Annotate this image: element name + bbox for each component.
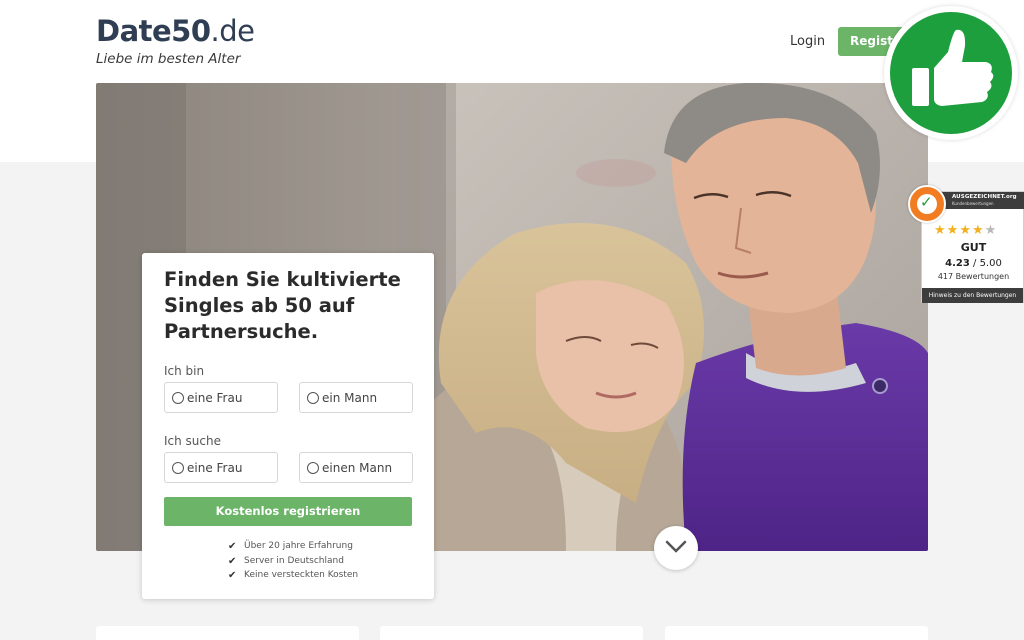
radio-icon: [307, 392, 319, 404]
logo-main-text: Date50: [96, 14, 211, 48]
seeking-label: Ich suche: [164, 434, 221, 448]
feature-card: [96, 626, 359, 640]
list-item: ✔ Server in Deutschland: [228, 556, 358, 571]
form-title: Finden Sie kultivierte Singles ab 50 auf…: [164, 268, 401, 343]
thumbs-up-badge: [884, 6, 1018, 140]
list-item: ✔ Keine versteckten Kosten: [228, 570, 358, 585]
star-icon: ★: [959, 222, 972, 237]
rating-stars: ★★★★★: [934, 222, 997, 238]
list-item: ✔ Über 20 jahre Erfahrung: [228, 541, 358, 556]
thumbs-up-icon: [912, 29, 994, 106]
seeking-man-radio[interactable]: einen Mann: [299, 452, 413, 483]
star-icon: ★: [946, 222, 960, 237]
radio-icon: [307, 462, 319, 474]
feature-card: [380, 626, 643, 640]
i-am-label: Ich bin: [164, 364, 205, 378]
rating-score: 4.23 / 5.00: [922, 258, 1024, 269]
chevron-down-icon: [665, 540, 687, 553]
logo-tagline: Liebe im besten Alter: [96, 51, 241, 67]
site-logo[interactable]: Date50.de Liebe im besten Alter: [96, 14, 255, 67]
rating-count: 417 Bewertungen: [937, 272, 1010, 281]
rating-header-title: AUSGEZEICHNET.org: [952, 194, 1017, 200]
logo-suffix-text: .de: [210, 14, 255, 48]
benefit-text: Keine versteckten Kosten: [244, 570, 359, 580]
rating-grade: GUT: [960, 241, 987, 254]
rating-header-subtitle: Kundenbewertungen: [952, 201, 994, 206]
radio-icon: [172, 462, 184, 474]
check-icon: ✔: [228, 570, 237, 581]
award-seal-icon: ✓: [908, 185, 946, 223]
radio-icon: [172, 392, 184, 404]
feature-card: [665, 626, 928, 640]
free-register-button[interactable]: Kostenlos registrieren: [164, 497, 412, 526]
i-am-man-radio[interactable]: ein Mann: [299, 382, 413, 413]
star-icon: ★: [984, 222, 998, 237]
radio-label: eine Frau: [187, 461, 243, 475]
benefits-list: ✔ Über 20 jahre Erfahrung ✔ Server in Deut…: [228, 541, 358, 585]
star-icon: ★: [934, 222, 947, 237]
registration-form: Finden Sie kultivierte Singles ab 50 auf…: [142, 253, 434, 599]
rating-widget[interactable]: AUSGEZEICHNET.org Kundenbewertungen ✓ ★★…: [908, 185, 1024, 303]
star-icon: ★: [971, 222, 985, 237]
radio-label: einen Mann: [322, 461, 393, 475]
login-link[interactable]: Login: [790, 34, 825, 49]
check-icon: ✔: [228, 541, 237, 552]
check-icon: ✔: [228, 555, 237, 567]
i-am-woman-radio[interactable]: eine Frau: [164, 382, 278, 413]
rating-score-max: / 5.00: [973, 258, 1002, 269]
benefit-text: Server in Deutschland: [244, 555, 344, 566]
rating-score-value: 4.23: [945, 258, 970, 269]
seeking-woman-radio[interactable]: eine Frau: [164, 452, 278, 483]
radio-label: ein Mann: [322, 391, 378, 405]
rating-footer-link[interactable]: Hinweis zu den Bewertungen: [922, 288, 1023, 303]
radio-label: eine Frau: [187, 391, 243, 405]
benefit-text: Über 20 jahre Erfahrung: [244, 541, 353, 551]
scroll-down-button[interactable]: [654, 526, 698, 570]
